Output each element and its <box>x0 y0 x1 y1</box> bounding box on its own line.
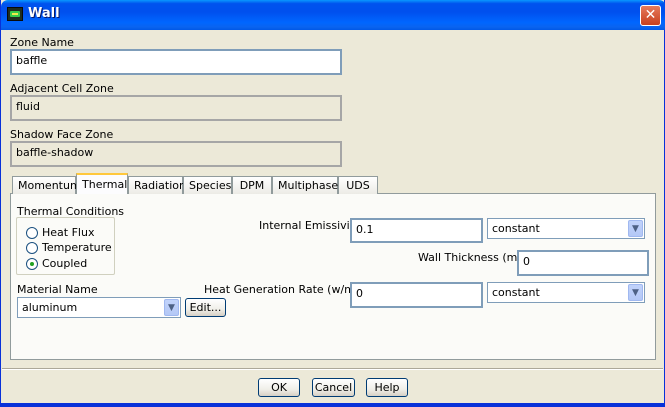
radio-button[interactable] <box>26 241 38 254</box>
material-name-value: aluminum <box>22 301 78 314</box>
radio-temperature-label: Temperature <box>42 241 112 254</box>
radio-temperature[interactable]: Temperature <box>26 241 112 254</box>
tab-momentum[interactable]: Momentum <box>12 176 81 194</box>
radio-heat-flux-label: Heat Flux <box>42 226 95 239</box>
close-button[interactable]: ✕ <box>640 5 661 26</box>
heat-generation-rate-method-dropdown[interactable]: constant ▼ <box>487 282 645 303</box>
wall-thickness-input[interactable]: 0 <box>517 250 649 276</box>
adjacent-cell-zone-label: Adjacent Cell Zone <box>10 82 114 95</box>
internal-emissivity-method-dropdown[interactable]: constant ▼ <box>487 218 645 239</box>
chevron-down-icon[interactable]: ▼ <box>164 299 179 316</box>
button-separator <box>2 368 663 370</box>
help-button[interactable]: Help <box>366 378 408 397</box>
radio-button[interactable] <box>26 226 38 239</box>
zone-name-label: Zone Name <box>10 36 74 49</box>
edit-material-button[interactable]: Edit... <box>185 298 226 317</box>
title-bar[interactable]: Wall ✕ <box>1 0 665 30</box>
internal-emissivity-label: Internal Emissivity <box>259 219 361 232</box>
tab-dpm[interactable]: DPM <box>232 176 272 194</box>
heat-generation-rate-label: Heat Generation Rate (w/m3) <box>204 283 367 296</box>
heat-generation-rate-input[interactable]: 0 <box>350 282 483 308</box>
wall-thickness-label: Wall Thickness (mm) <box>418 251 533 264</box>
radio-coupled[interactable]: Coupled <box>26 257 87 270</box>
radio-button-selected[interactable] <box>26 257 38 270</box>
tab-species[interactable]: Species <box>183 176 232 194</box>
heat-generation-rate-method-value: constant <box>492 286 540 299</box>
material-name-label: Material Name <box>17 283 98 296</box>
internal-emissivity-method-value: constant <box>492 222 540 235</box>
adjacent-cell-zone-field: fluid <box>10 95 342 121</box>
internal-emissivity-input[interactable]: 0.1 <box>350 218 483 243</box>
tab-thermal[interactable]: Thermal <box>76 173 128 194</box>
shadow-face-zone-field: baffle-shadow <box>10 141 342 167</box>
radio-coupled-label: Coupled <box>42 257 88 270</box>
radio-heat-flux[interactable]: Heat Flux <box>26 226 94 239</box>
tab-multiphase[interactable]: Multiphase <box>272 176 338 194</box>
tab-uds[interactable]: UDS <box>338 176 378 194</box>
app-icon <box>7 7 23 21</box>
tab-radiation[interactable]: Radiation <box>128 176 186 194</box>
close-icon: ✕ <box>644 7 657 23</box>
ok-button[interactable]: OK <box>258 378 300 397</box>
material-name-dropdown[interactable]: aluminum ▼ <box>17 297 181 318</box>
window-title: Wall <box>28 6 60 21</box>
shadow-face-zone-label: Shadow Face Zone <box>10 128 114 141</box>
wall-dialog: Wall ✕ Zone Name baffle Adjacent Cell Zo… <box>0 0 665 407</box>
chevron-down-icon[interactable]: ▼ <box>628 284 643 301</box>
cancel-button[interactable]: Cancel <box>312 378 355 397</box>
zone-name-input[interactable]: baffle <box>10 49 342 75</box>
chevron-down-icon[interactable]: ▼ <box>628 220 643 237</box>
